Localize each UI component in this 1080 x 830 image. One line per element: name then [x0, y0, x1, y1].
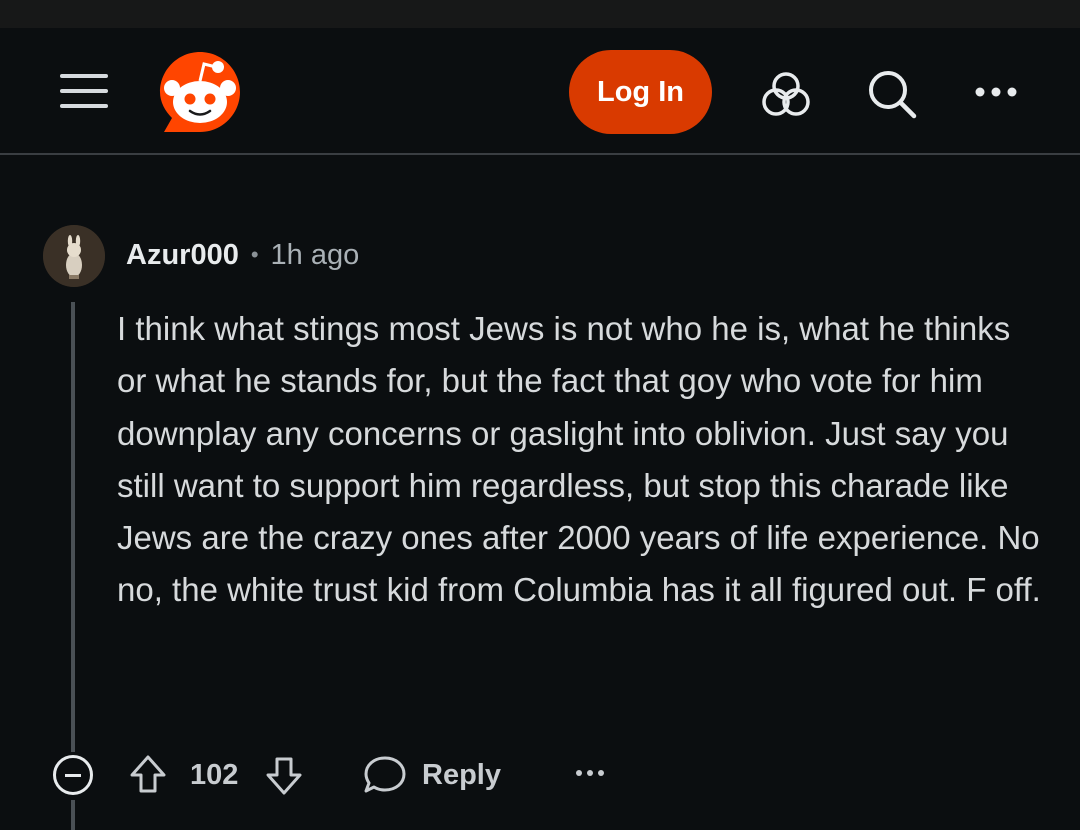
- search-icon[interactable]: [864, 66, 920, 122]
- more-options-icon[interactable]: [972, 84, 1020, 100]
- downvote-icon[interactable]: [264, 753, 304, 797]
- thread-line-continued: [71, 800, 75, 830]
- hamburger-line: [60, 104, 108, 108]
- vote-score: 102: [190, 759, 239, 791]
- hamburger-line: [60, 89, 108, 93]
- reddit-logo[interactable]: [156, 48, 244, 136]
- user-avatar-image: [43, 225, 105, 287]
- hamburger-menu-icon: [60, 74, 108, 78]
- community-icon[interactable]: [758, 68, 814, 120]
- author-username[interactable]: Azur000: [126, 239, 239, 272]
- upvote-icon[interactable]: [128, 753, 168, 797]
- reply-button[interactable]: Reply: [422, 755, 501, 795]
- comment-action-bar: 102 Reply: [0, 745, 1080, 805]
- reply-icon[interactable]: [362, 753, 408, 797]
- status-bar-strip: [0, 0, 1080, 28]
- meta-separator: •: [250, 242, 259, 267]
- top-app-bar: Log In: [0, 28, 1080, 155]
- menu-button[interactable]: [58, 70, 110, 112]
- comment-timestamp: 1h ago: [270, 238, 360, 271]
- comment-meta: Azur000 • 1h ago: [126, 235, 359, 275]
- thread-line[interactable]: [71, 302, 75, 752]
- comment-more-options-icon[interactable]: [574, 763, 606, 783]
- comment-body: I think what stings most Jews is not who…: [117, 310, 1041, 609]
- avatar[interactable]: [43, 225, 105, 287]
- log-in-button[interactable]: Log In: [569, 50, 712, 134]
- collapse-thread-icon[interactable]: [53, 755, 93, 795]
- comment: Azur000 • 1h ago I think what stings mos…: [0, 155, 1080, 830]
